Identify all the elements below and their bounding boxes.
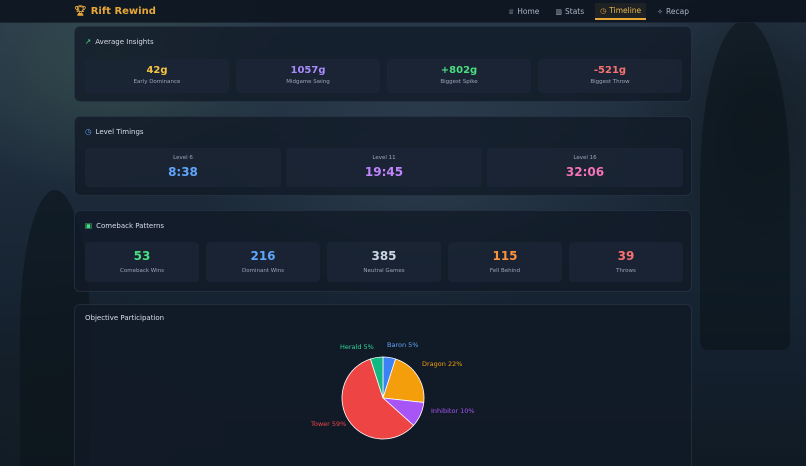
- tab-label: Home: [517, 7, 540, 16]
- throws-tile: 39 Throws: [569, 242, 683, 282]
- insight-midgame-swing: 1057g Midgame Swing: [236, 59, 380, 93]
- insight-value: -521g: [593, 65, 627, 76]
- level-timings-card: ◷ Level Timings Level 6 8:38 Level 11 19…: [74, 116, 692, 196]
- level-label: Level 6: [173, 155, 193, 161]
- bar-chart-icon: ▥: [555, 7, 562, 16]
- level-6-tile: Level 6 8:38: [85, 148, 281, 187]
- tab-label: Stats: [565, 7, 585, 16]
- insight-value: 1057g: [290, 65, 326, 76]
- pattern-value: 53: [133, 249, 151, 263]
- pattern-value: 216: [250, 249, 276, 263]
- pattern-label: Dominant Wins: [242, 268, 284, 274]
- pattern-value: 385: [371, 249, 397, 263]
- level-time: 8:38: [168, 165, 198, 179]
- app-title: Rift Rewind: [90, 6, 156, 17]
- tab-recap[interactable]: ✧ Recap: [652, 3, 694, 20]
- tab-timeline[interactable]: ◷ Timeline: [595, 3, 647, 20]
- tab-label: Recap: [666, 7, 689, 16]
- tab-label: Timeline: [609, 6, 642, 15]
- pie-label-herald: Herald 5%: [340, 343, 374, 351]
- insight-value: 42g: [146, 65, 168, 76]
- card-title-text: Comeback Patterns: [96, 221, 165, 230]
- neutral-games-tile: 385 Neutral Games: [327, 242, 441, 282]
- level-label: Level 16: [573, 155, 597, 161]
- insight-early-dominance: 42g Early Dominance: [85, 59, 229, 93]
- sparkle-icon: ✧: [657, 7, 664, 16]
- nav-tabs: ♕ Home ▥ Stats ◷ Timeline ✧ Recap: [503, 3, 694, 20]
- insight-value: +802g: [440, 65, 478, 76]
- clock-icon: ◷: [600, 6, 607, 15]
- top-navigation-bar: 🏆︎ Rift Rewind ♕ Home ▥ Stats ◷ Timeline…: [0, 0, 806, 23]
- card-title: ▣ Comeback Patterns: [85, 221, 164, 230]
- card-title: ↗ Average Insights: [85, 37, 154, 46]
- pie-label-dragon: Dragon 22%: [422, 360, 463, 368]
- clock-icon: ◷: [85, 127, 92, 136]
- trophy-icon: 🏆︎: [74, 6, 87, 17]
- insight-label: Biggest Throw: [590, 79, 630, 85]
- card-title: ◷ Level Timings: [85, 127, 144, 136]
- insight-label: Midgame Swing: [286, 79, 330, 85]
- objective-participation-card: Objective Participation Herald 5% Baron …: [74, 304, 692, 466]
- card-title-text: Average Insights: [95, 37, 154, 46]
- pie-label-baron: Baron 5%: [387, 341, 419, 349]
- level-time: 19:45: [364, 165, 404, 179]
- card-title-text: Level Timings: [95, 127, 144, 136]
- objective-pie-chart: [341, 356, 425, 440]
- comeback-patterns-card: ▣ Comeback Patterns 53 Comeback Wins 216…: [74, 210, 692, 292]
- average-insights-card: ↗ Average Insights 42g Early Dominance 1…: [74, 26, 692, 102]
- pattern-value: 39: [617, 249, 635, 263]
- insight-label: Biggest Spike: [440, 79, 478, 85]
- background-tree: [700, 20, 790, 350]
- pie-label-inhibitor: Inhibitor 10%: [431, 407, 475, 415]
- tab-home[interactable]: ♕ Home: [503, 3, 544, 20]
- trophy-icon: ♕: [507, 7, 515, 16]
- level-time: 32:06: [565, 165, 605, 179]
- comeback-wins-tile: 53 Comeback Wins: [85, 242, 199, 282]
- trophy-icon: ▣: [85, 221, 93, 230]
- level-label: Level 11: [372, 155, 396, 161]
- insight-biggest-spike: +802g Biggest Spike: [387, 59, 531, 93]
- insight-biggest-throw: -521g Biggest Throw: [538, 59, 682, 93]
- trending-up-icon: ↗: [85, 37, 92, 46]
- level-16-tile: Level 16 32:06: [487, 148, 683, 187]
- brand[interactable]: 🏆︎ Rift Rewind: [74, 4, 156, 19]
- pattern-label: Comeback Wins: [120, 268, 164, 274]
- pattern-value: 115: [492, 249, 518, 263]
- pattern-label: Throws: [616, 268, 636, 274]
- dominant-wins-tile: 216 Dominant Wins: [206, 242, 320, 282]
- pie-label-tower: Tower 59%: [311, 420, 347, 428]
- pattern-label: Fell Behind: [489, 268, 521, 274]
- tab-stats[interactable]: ▥ Stats: [550, 3, 589, 20]
- pattern-label: Neutral Games: [363, 268, 405, 274]
- fell-behind-tile: 115 Fell Behind: [448, 242, 562, 282]
- level-11-tile: Level 11 19:45: [286, 148, 482, 187]
- insight-label: Early Dominance: [133, 79, 181, 85]
